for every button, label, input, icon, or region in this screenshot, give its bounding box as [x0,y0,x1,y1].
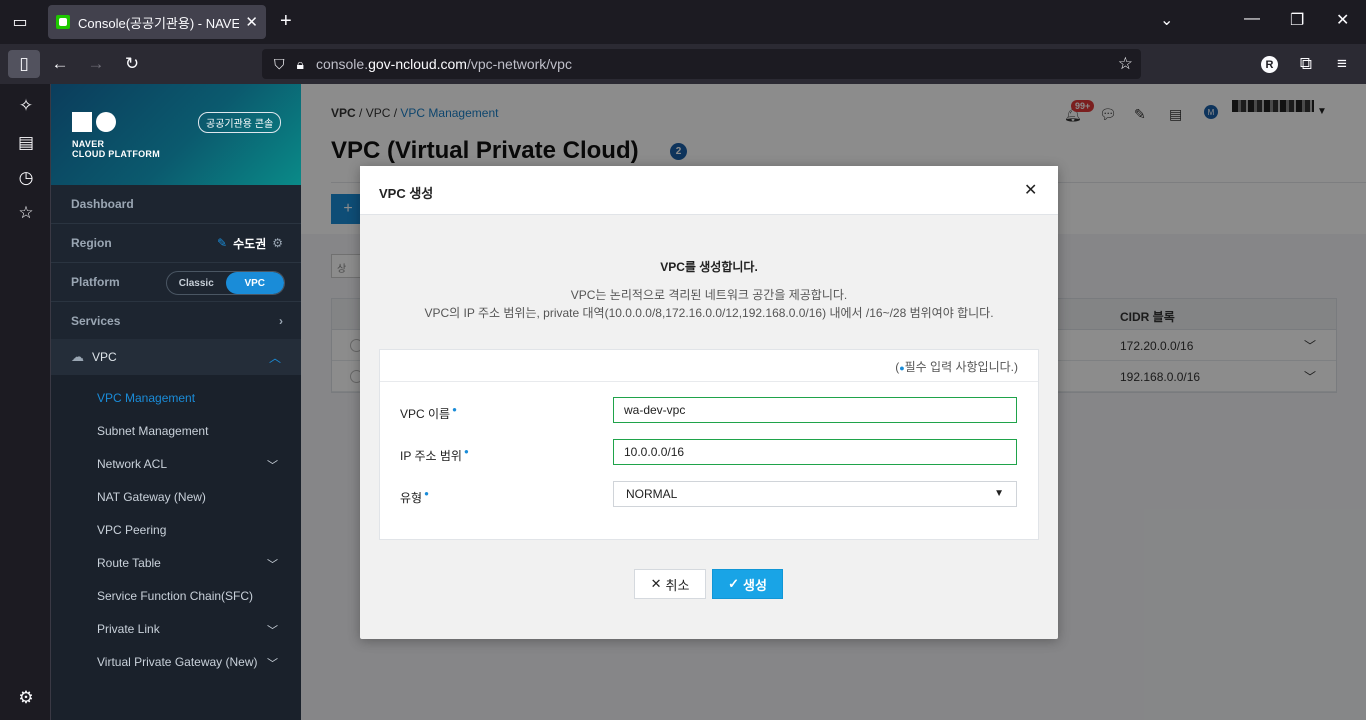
caret-down-icon: ▼ [994,488,1004,499]
back-icon[interactable]: ← [48,52,72,76]
synced-tabs-icon[interactable]: ▤ [14,131,38,155]
check-icon: ✓ [728,576,739,591]
vpc-name-input[interactable] [613,397,1017,423]
console-navigation: NAVER CLOUD PLATFORM 공공기관용 콘솔 Dashboard R… [51,84,301,720]
submenu-nat-gateway[interactable]: NAT Gateway (New) [97,490,206,504]
tab-close-icon[interactable]: ✕ [245,13,258,31]
platform-toggle[interactable]: Classic VPC [166,271,285,295]
url-text[interactable]: console.gov-ncloud.com/vpc-network/vpc [316,56,572,72]
vpc-name-label: VPC 이름 ● [400,405,457,421]
tab-manager-icon[interactable]: ▭ [8,10,32,34]
submenu-subnet-management[interactable]: Subnet Management [97,424,208,438]
submenu-route-table[interactable]: Route Table [97,556,161,570]
region-value[interactable]: 수도권 [233,235,266,252]
ai-chatbot-icon[interactable]: ✧ [14,94,38,118]
menu-icon[interactable]: ≡ [1330,52,1354,76]
bookmark-star-icon[interactable]: ☆ [1118,54,1133,74]
intro-description: VPC는 논리적으로 격리된 네트워크 공간을 제공합니다. [570,288,848,302]
forward-icon[interactable]: → [84,52,108,76]
browser-sidebar: ✧ ▤ ◷ ☆ ⚙ [0,84,51,720]
tab-list-chevron-icon[interactable]: ⌄ [1160,10,1173,30]
submenu-sfc[interactable]: Service Function Chain(SFC) [97,589,253,603]
naver-cloud-logo[interactable] [72,112,116,132]
platform-vpc-option[interactable]: VPC [225,272,284,294]
required-dot-icon: ● [463,447,469,456]
submenu-private-link[interactable]: Private Link [97,622,160,636]
ip-range-input[interactable] [613,439,1017,465]
create-button[interactable]: ✓ 생성 [712,569,783,599]
window-close-icon[interactable]: ✕ [1336,10,1349,30]
required-dot-icon: ● [424,489,429,498]
nav-platform: Platform Classic VPC [51,263,301,302]
extensions-icon[interactable]: ⧉ [1294,52,1318,76]
type-label: 유형 ● [400,489,429,505]
reload-icon[interactable]: ↻ [120,52,144,76]
platform-label: Platform [71,275,120,289]
lock-icon[interactable]: 🔒︎ [297,56,304,73]
ip-range-label: IP 주소 범위 ● [400,447,469,463]
submenu-vpc-management[interactable]: VPC Management [97,391,195,405]
region-settings-icon[interactable]: ⚙ [272,236,283,250]
chevron-down-icon[interactable]: ﹀ [267,622,278,638]
browser-tab[interactable]: Console(공공기관용) - NAVER C ✕ [48,5,266,39]
sidebar-toggle-icon[interactable]: ▯ [8,50,40,78]
nav-region: Region ✎ 수도권 ⚙ [51,224,301,263]
chevron-right-icon: › [279,314,283,328]
chevron-up-icon: ︿ [268,350,281,365]
intro-title: VPC를 생성합니다. [660,260,758,274]
url-bar[interactable]: ⛉ 🔒︎ console.gov-ncloud.com/vpc-network/… [262,49,1141,79]
logo-text: NAVER CLOUD PLATFORM [72,139,161,159]
submenu-vpc-peering[interactable]: VPC Peering [97,523,166,537]
nav-vpc-label: VPC [92,350,117,364]
nav-dashboard-label: Dashboard [71,197,134,211]
nav-vpc-group[interactable]: ☁ VPC ︿ [51,339,301,375]
required-dot-icon: ● [452,405,457,414]
restore-icon[interactable]: ❐ [1290,10,1304,30]
type-select[interactable]: NORMAL ▼ [613,481,1017,507]
type-selected-value: NORMAL [626,487,678,501]
platform-classic-option[interactable]: Classic [167,272,226,294]
cancel-button[interactable]: ✕ 취소 [634,569,706,599]
modal-title: VPC 생성 [379,186,434,201]
gov-console-badge: 공공기관용 콘솔 [198,112,282,133]
browser-nav-bar: ▯ ← → ↻ ⛉ 🔒︎ console.gov-ncloud.com/vpc-… [0,44,1366,84]
required-note: (●필수 입력 사항입니다.) [895,360,1018,374]
vpc-form: (●필수 입력 사항입니다.) VPC 이름● IP 주소 범위● 유형● NO… [379,349,1039,540]
nav-services-label: Services [71,314,121,328]
minimize-icon[interactable]: — [1244,10,1260,28]
region-pin-icon: ✎ [217,236,228,250]
close-icon[interactable]: ✕ [1024,180,1037,200]
submenu-network-acl[interactable]: Network ACL [97,457,167,471]
tab-title: Console(공공기관용) - NAVER C [78,15,240,31]
vpc-cloud-icon: ☁ [71,349,84,364]
console-header: NAVER CLOUD PLATFORM 공공기관용 콘솔 [51,84,301,185]
modal-header: VPC 생성 ✕ [360,166,1058,215]
intro-ip-range-note: VPC의 IP 주소 범위는, private 대역(10.0.0.0/8,17… [424,306,994,320]
ncp-favicon-icon [56,15,70,29]
vpc-submenu: VPC Management Subnet Management Network… [51,375,301,720]
new-tab-icon[interactable]: + [280,10,292,33]
chevron-down-icon[interactable]: ﹀ [267,655,278,671]
cancel-label: 취소 [665,577,690,593]
chevron-down-icon[interactable]: ﹀ [267,457,278,473]
create-label: 생성 [742,577,767,593]
bookmarks-icon[interactable]: ☆ [14,201,38,225]
history-icon[interactable]: ◷ [14,166,38,190]
divider [380,381,1038,382]
chevron-down-icon[interactable]: ﹀ [267,556,278,572]
region-label: Region [71,236,112,250]
nav-dashboard[interactable]: Dashboard [51,185,301,224]
close-icon: ✕ [650,576,662,591]
nav-services[interactable]: Services › [51,302,301,341]
browser-tab-bar: ▭ Console(공공기관용) - NAVER C ✕ + ⌄ — ❐ ✕ [0,0,1366,44]
submenu-virtual-private-gateway[interactable]: Virtual Private Gateway (New) [97,655,258,669]
create-vpc-modal: VPC 생성 ✕ VPC를 생성합니다. VPC는 논리적으로 격리된 네트워크… [360,166,1058,639]
shield-icon[interactable]: ⛉ [274,56,285,73]
profile-avatar[interactable]: R [1261,56,1278,73]
sidebar-settings-icon[interactable]: ⚙ [14,686,38,710]
